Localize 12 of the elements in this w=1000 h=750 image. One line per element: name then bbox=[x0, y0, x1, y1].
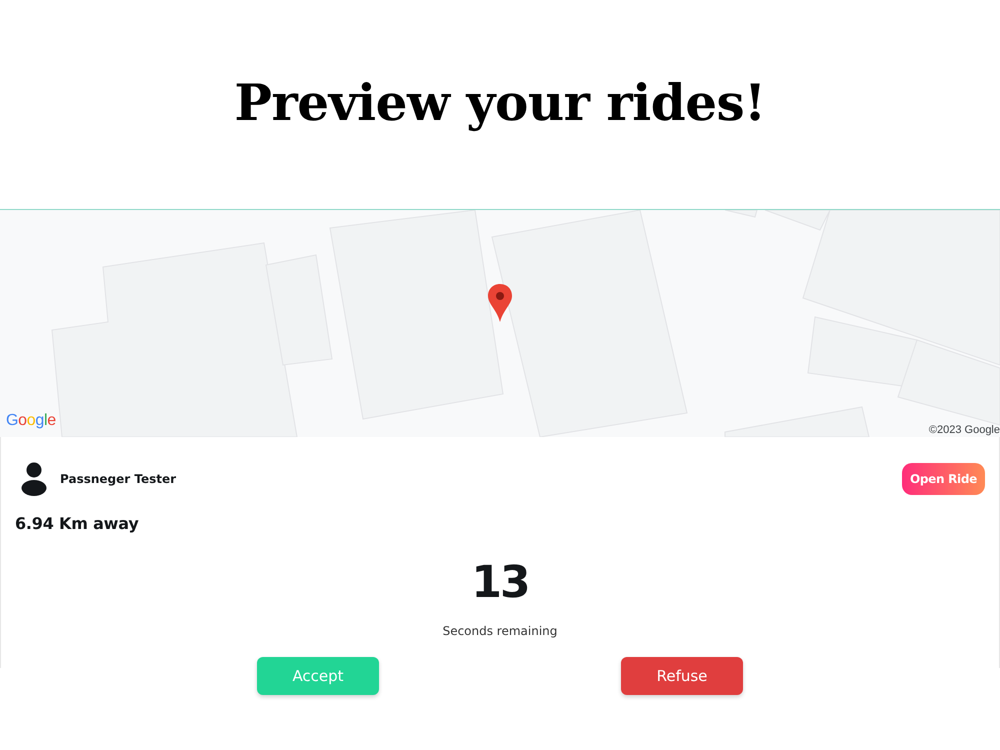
accept-button[interactable]: Accept bbox=[257, 657, 379, 695]
map-attribution: ©2023 Google bbox=[928, 424, 1000, 436]
countdown-label: Seconds remaining bbox=[442, 624, 558, 638]
open-ride-button[interactable]: Open Ride bbox=[902, 462, 985, 494]
map-pin-icon[interactable] bbox=[488, 284, 512, 322]
passenger-name: Passneger Tester bbox=[60, 472, 176, 486]
distance-text: 6.94 Km away bbox=[15, 514, 139, 533]
page-title: Preview your rides! bbox=[234, 73, 766, 134]
refuse-button[interactable]: Refuse bbox=[621, 657, 743, 695]
map-logo: Google bbox=[6, 413, 56, 429]
person-icon bbox=[21, 462, 47, 496]
countdown-number: 13 bbox=[471, 558, 529, 608]
